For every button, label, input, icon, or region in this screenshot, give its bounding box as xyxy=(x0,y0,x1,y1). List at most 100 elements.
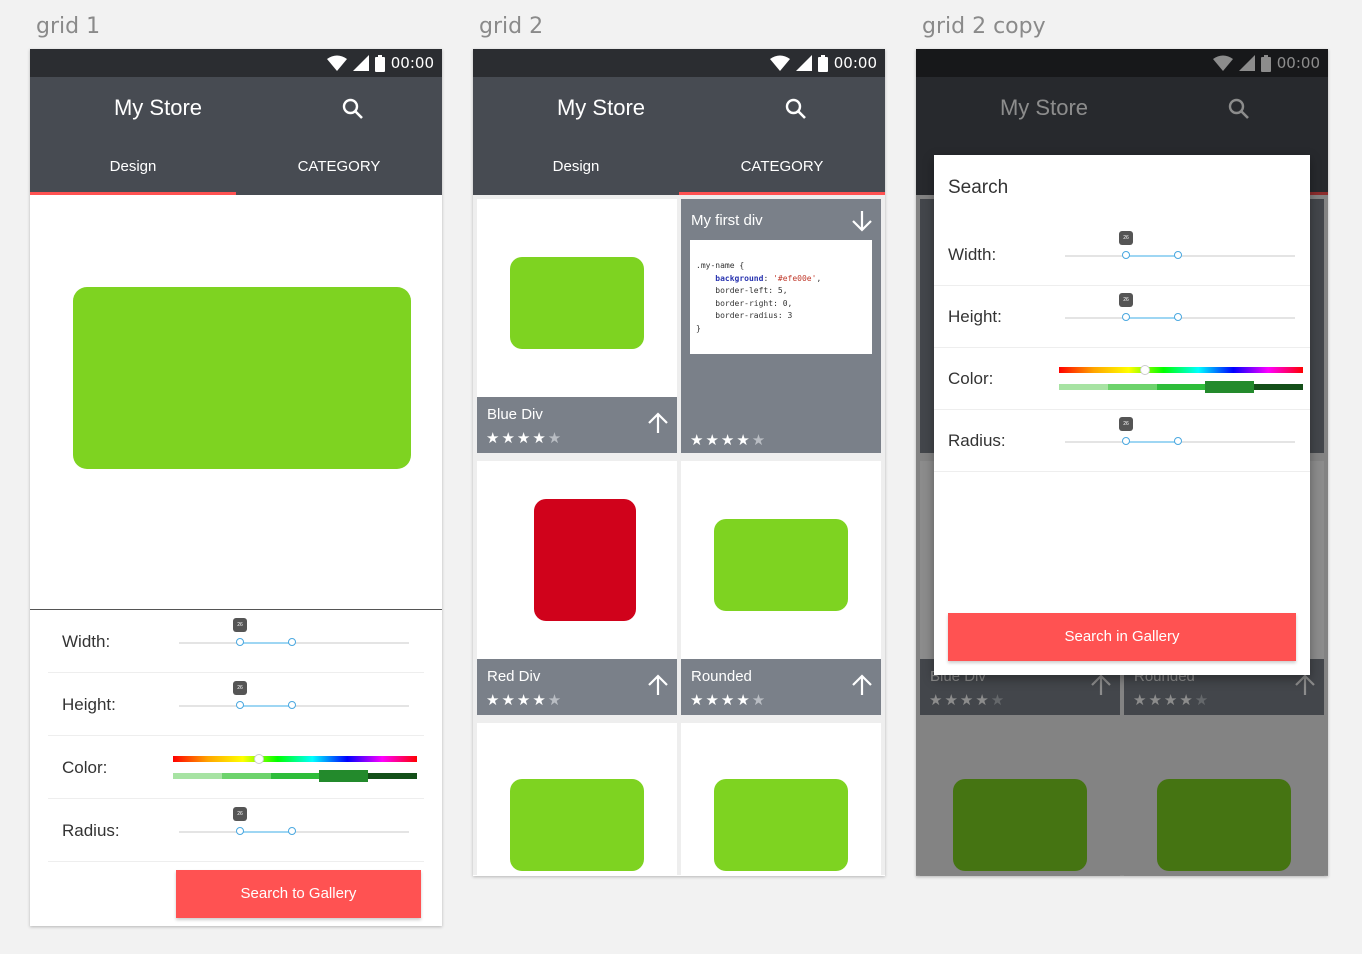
radius-slider[interactable]: 26 xyxy=(1065,417,1295,445)
radius-control: Radius: 26 xyxy=(48,799,424,862)
battery-icon xyxy=(374,54,385,72)
app-title: My Store xyxy=(113,95,203,120)
height-label: Height: xyxy=(948,307,1002,326)
gallery-card[interactable] xyxy=(681,723,881,876)
card-shape-preview xyxy=(714,779,848,871)
card-footer: Blue Div ★★★★★ xyxy=(477,397,677,453)
selected-shade[interactable] xyxy=(319,770,369,782)
arrow-up-icon[interactable] xyxy=(851,673,873,697)
card-footer: Red Div ★★★★★ xyxy=(477,659,677,715)
height-control: Height: 26 xyxy=(48,673,424,736)
radius-label: Radius: xyxy=(948,431,1006,450)
preview-shape xyxy=(73,287,411,469)
height-slider[interactable]: 26 xyxy=(179,681,409,709)
width-value-bubble: 26 xyxy=(233,618,247,632)
gallery-card-red-div[interactable]: Red Div ★★★★★ xyxy=(477,461,677,715)
star-rating-icon: ★★★★★ xyxy=(486,429,564,447)
arrow-up-icon[interactable] xyxy=(647,411,669,435)
width-slider-max-thumb[interactable] xyxy=(1174,251,1182,259)
artboard-label-grid2: grid 2 xyxy=(479,14,544,39)
radius-slider-thumb[interactable] xyxy=(1122,437,1130,445)
code-line-5: border-radius: 3 xyxy=(715,311,793,320)
height-slider-max-thumb[interactable] xyxy=(288,701,296,709)
tab-category[interactable]: CATEGORY xyxy=(236,139,442,195)
code-line-3: border-left: 5, xyxy=(715,286,788,295)
artboard-label-grid1: grid 1 xyxy=(36,14,101,39)
controls-panel: Width: 26 Height: 26 Color: Radius: 26 xyxy=(30,610,442,862)
color-shade-picker[interactable] xyxy=(1059,381,1303,393)
card-title: Red Div xyxy=(487,668,541,685)
clock: 00:00 xyxy=(390,54,434,72)
width-slider-thumb[interactable] xyxy=(236,638,244,646)
search-in-gallery-button[interactable]: Search in Gallery xyxy=(948,613,1296,661)
color-spectrum-slider[interactable] xyxy=(1059,365,1303,375)
gallery-card[interactable] xyxy=(477,723,677,876)
star-rating-icon: ★★★★★ xyxy=(690,431,768,449)
phone-grid2-copy: 00:00 My Store Design CATEGORY Blue Div … xyxy=(916,49,1328,876)
radius-slider-thumb[interactable] xyxy=(236,827,244,835)
radius-value-bubble: 26 xyxy=(1119,417,1133,431)
height-control: Height: 26 xyxy=(934,285,1310,348)
width-label: Width: xyxy=(62,632,111,651)
wifi-icon xyxy=(326,55,347,71)
selected-shade[interactable] xyxy=(1205,381,1255,393)
code-line-1: .my-name { xyxy=(696,261,745,270)
tab-design[interactable]: Design xyxy=(473,139,679,195)
width-label: Width: xyxy=(948,245,997,264)
radius-slider-max-thumb[interactable] xyxy=(1174,437,1182,445)
color-label: Color: xyxy=(948,369,994,388)
status-bar: 00:00 xyxy=(473,49,885,77)
width-value-bubble: 26 xyxy=(1119,231,1133,245)
color-shade-picker[interactable] xyxy=(173,770,417,782)
gallery-card-rounded[interactable]: Rounded ★★★★★ xyxy=(681,461,881,715)
width-slider[interactable]: 26 xyxy=(179,618,409,646)
card-title: Blue Div xyxy=(487,406,543,423)
radius-value-bubble: 26 xyxy=(233,807,247,821)
artboard-label-grid2-copy: grid 2 copy xyxy=(922,14,1046,39)
search-dialog: Search Width: 26 Height: 26 Color: Radiu… xyxy=(934,155,1310,675)
width-slider[interactable]: 26 xyxy=(1065,231,1295,259)
color-spectrum-knob[interactable] xyxy=(1140,365,1150,375)
code-property: background xyxy=(715,273,764,283)
height-label: Height: xyxy=(62,695,116,714)
height-slider[interactable]: 26 xyxy=(1065,293,1295,321)
gallery-grid: Blue Div ★★★★★ My first div .my-name { b… xyxy=(473,195,885,876)
tab-design[interactable]: Design xyxy=(30,139,236,195)
signal-icon xyxy=(795,55,812,71)
tab-bar: Design CATEGORY xyxy=(473,139,885,195)
tab-category[interactable]: CATEGORY xyxy=(679,139,885,195)
gallery-card-blue-div[interactable]: Blue Div ★★★★★ xyxy=(477,199,677,453)
card-shape-preview xyxy=(510,257,644,349)
search-icon[interactable] xyxy=(784,97,808,121)
arrow-up-icon[interactable] xyxy=(647,673,669,697)
width-slider-thumb[interactable] xyxy=(1122,251,1130,259)
color-spectrum-slider[interactable] xyxy=(173,754,417,764)
height-value-bubble: 26 xyxy=(233,681,247,695)
code-line-4: border-right: 0, xyxy=(715,298,793,308)
arrow-down-icon[interactable] xyxy=(851,209,873,233)
height-slider-thumb[interactable] xyxy=(1122,313,1130,321)
gallery-card-my-first-div[interactable]: My first div .my-name { background: '#ef… xyxy=(681,199,881,453)
phone-grid2: 00:00 My Store Design CATEGORY Blue Div … xyxy=(473,49,885,876)
radius-slider-max-thumb[interactable] xyxy=(288,827,296,835)
radius-label: Radius: xyxy=(62,821,120,840)
card-shape-preview xyxy=(714,519,848,611)
preview-area xyxy=(30,195,442,610)
wifi-icon xyxy=(769,55,790,71)
toolbar: My Store xyxy=(473,77,885,139)
color-label: Color: xyxy=(62,758,108,777)
tab-bar: Design CATEGORY xyxy=(30,139,442,195)
card-shape-preview xyxy=(534,499,636,621)
css-code-snippet: .my-name { background: '#efe00e', border… xyxy=(690,240,872,354)
height-slider-thumb[interactable] xyxy=(236,701,244,709)
color-spectrum-knob[interactable] xyxy=(254,754,264,764)
width-control: Width: 26 xyxy=(48,610,424,673)
width-slider-max-thumb[interactable] xyxy=(288,638,296,646)
search-icon[interactable] xyxy=(341,97,365,121)
search-to-gallery-button[interactable]: Search to Gallery xyxy=(176,870,421,918)
color-control: Color: xyxy=(48,736,424,799)
radius-control: Radius: 26 xyxy=(934,409,1310,472)
radius-slider[interactable]: 26 xyxy=(179,807,409,835)
phone-grid1: 00:00 My Store Design CATEGORY Width: 26 xyxy=(30,49,442,926)
height-slider-max-thumb[interactable] xyxy=(1174,313,1182,321)
